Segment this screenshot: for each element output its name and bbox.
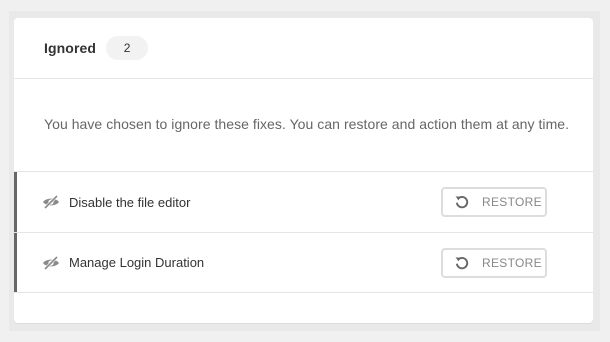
card-title: Ignored xyxy=(44,40,97,56)
row-accent-bar xyxy=(14,172,17,232)
undo-icon xyxy=(455,257,469,270)
restore-button-label: RESTORE xyxy=(482,256,542,270)
item-label: Manage Login Duration xyxy=(69,255,205,270)
ignored-list: Disable the file editor RESTORE Manage L… xyxy=(14,171,593,293)
restore-button[interactable]: RESTORE xyxy=(441,248,547,278)
ignored-card: Ignored 2 You have chosen to ignore thes… xyxy=(14,18,593,323)
restore-button-label: RESTORE xyxy=(482,195,542,209)
eye-slash-icon xyxy=(43,255,59,271)
item-label: Disable the file editor xyxy=(69,194,191,210)
list-item: Manage Login Duration RESTORE xyxy=(14,232,593,293)
count-badge: 2 xyxy=(106,36,149,60)
card-header: Ignored 2 xyxy=(14,18,593,79)
row-accent-bar xyxy=(14,233,17,292)
card-description: You have chosen to ignore these fixes. Y… xyxy=(44,116,570,132)
undo-icon xyxy=(455,196,469,209)
eye-slash-icon xyxy=(43,194,59,210)
list-item: Disable the file editor RESTORE xyxy=(14,171,593,232)
panel-background: Ignored 2 You have chosen to ignore thes… xyxy=(9,11,600,331)
restore-button[interactable]: RESTORE xyxy=(441,187,547,217)
